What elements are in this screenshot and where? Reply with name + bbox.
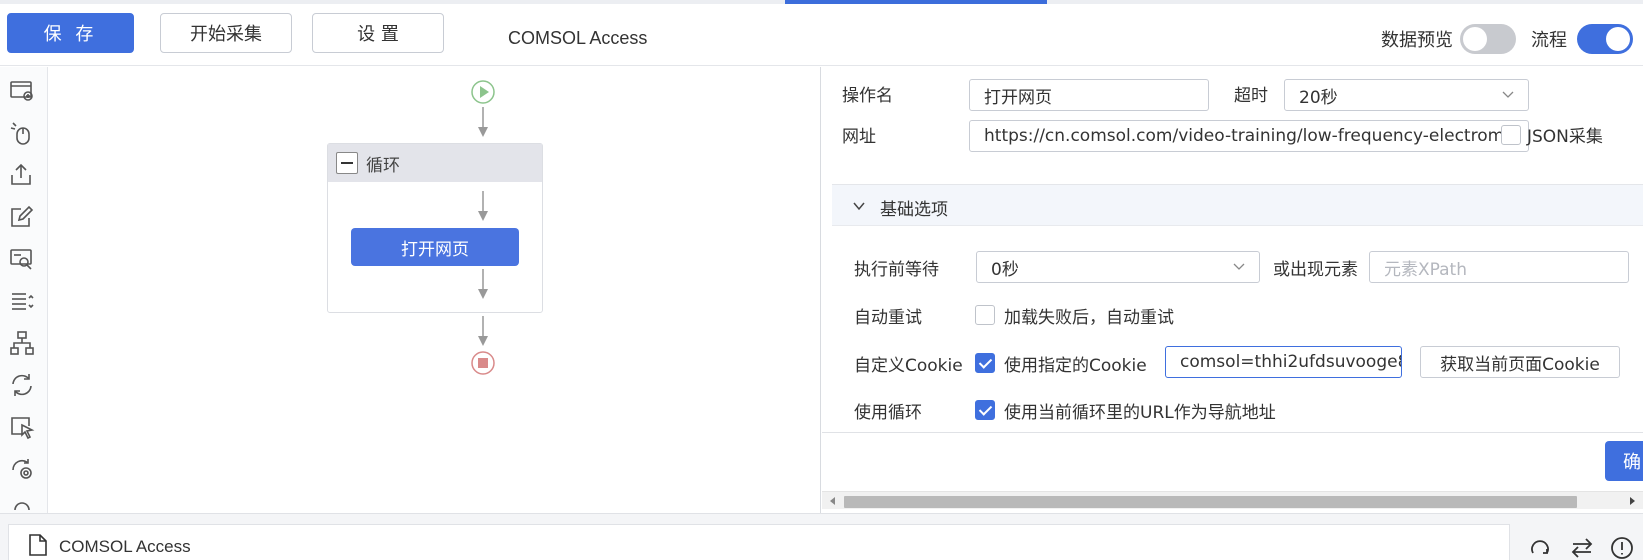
divider (822, 432, 1643, 433)
use-loop-text: 使用当前循环里的URL作为导航地址 (1004, 403, 1276, 423)
xpath-input[interactable]: 元素XPath (1369, 251, 1629, 283)
auto-retry-label: 自动重试 (854, 308, 922, 328)
flow-arrow (478, 107, 488, 137)
refresh-icon[interactable] (1528, 536, 1552, 560)
horizontal-scrollbar[interactable] (822, 491, 1643, 509)
cookie-input[interactable]: comsol=thhi2ufdsuvooge8b (1165, 346, 1402, 378)
start-node-icon[interactable] (470, 79, 496, 105)
flow-arrow (478, 191, 488, 221)
confirm-button[interactable]: 确 (1605, 441, 1643, 481)
section-title: 基础选项 (880, 200, 948, 220)
url-label: 网址 (842, 127, 876, 147)
basic-options-section: 基础选项 执行前等待 0秒 或出现元素 元素XPath 自动重试 加载失败后，自… (832, 184, 1643, 432)
get-cookie-label: 获取当前页面Cookie (1440, 354, 1600, 375)
flow-label: 流程 (1531, 30, 1567, 51)
scroll-icon[interactable] (8, 455, 36, 483)
document-icon (29, 534, 47, 556)
wait-value: 0秒 (991, 259, 1019, 280)
timeout-label: 超时 (1234, 86, 1268, 106)
xpath-placeholder: 元素XPath (1384, 259, 1467, 280)
cookie-label: 自定义Cookie (854, 356, 963, 376)
op-name-input[interactable]: 打开网页 (969, 79, 1209, 111)
click-element-icon[interactable] (8, 119, 36, 147)
flow-toggle[interactable] (1577, 24, 1633, 54)
save-button[interactable]: 保 存 (7, 13, 134, 53)
chevron-down-icon (1502, 91, 1514, 98)
scrollbar-thumb[interactable] (844, 496, 1577, 508)
use-loop-checkbox[interactable] (975, 400, 995, 420)
or-element-label: 或出现元素 (1273, 260, 1358, 280)
timeout-value: 20秒 (1299, 87, 1338, 108)
wait-label: 执行前等待 (854, 260, 939, 280)
document-tab-title: COMSOL Access (59, 537, 191, 556)
chevron-down-icon (853, 202, 865, 211)
loop-title: 循环 (366, 155, 400, 176)
extract-data-icon[interactable] (8, 245, 36, 273)
scroll-right-icon[interactable] (1627, 496, 1637, 506)
data-preview-label: 数据预览 (1381, 30, 1453, 51)
toolbar: 保 存 开始采集 设 置 COMSOL Access 数据预览 流程 (0, 4, 1643, 66)
document-tab[interactable]: COMSOL Access (8, 524, 1510, 560)
flow-arrow (478, 316, 488, 346)
toggle-knob (1463, 27, 1487, 51)
app-title: COMSOL Access (508, 28, 648, 48)
data-preview-toggle[interactable] (1460, 24, 1516, 54)
start-collect-button[interactable]: 开始采集 (160, 13, 292, 53)
flow-arrow (478, 269, 488, 299)
loop-header[interactable]: 循环 (328, 144, 542, 182)
end-node-icon[interactable] (470, 350, 496, 376)
cookie-value: comsol=thhi2ufdsuvooge8b (1180, 352, 1402, 372)
op-name-value: 打开网页 (984, 87, 1052, 108)
scroll-left-icon[interactable] (828, 496, 838, 506)
loop-icon[interactable] (8, 371, 36, 399)
get-cookie-button[interactable]: 获取当前页面Cookie (1420, 346, 1620, 378)
branch-icon[interactable] (8, 329, 36, 357)
flow-canvas[interactable]: 循环 打开网页 (49, 67, 821, 513)
cookie-checkbox[interactable] (975, 353, 995, 373)
url-value: https://cn.comsol.com/video-training/low… (984, 126, 1515, 146)
open-page-node[interactable]: 打开网页 (351, 228, 519, 266)
properties-panel: 操作名 打开网页 超时 20秒 网址 https://cn.comsol.com… (822, 67, 1643, 513)
export-icon[interactable] (8, 161, 36, 189)
auto-retry-checkbox[interactable] (975, 305, 995, 325)
wait-select[interactable]: 0秒 (976, 251, 1260, 283)
op-name-label: 操作名 (842, 86, 893, 106)
section-header[interactable]: 基础选项 (832, 185, 1643, 226)
open-page-icon[interactable] (8, 77, 36, 105)
swap-icon[interactable] (1570, 536, 1594, 560)
status-bar: COMSOL Access (0, 513, 1643, 560)
json-checkbox[interactable] (1501, 125, 1521, 145)
use-loop-label: 使用循环 (854, 403, 922, 423)
url-input[interactable]: https://cn.comsol.com/video-training/low… (969, 120, 1529, 152)
json-label: JSON采集 (1527, 127, 1603, 147)
tool-sidebar (0, 67, 48, 513)
auto-retry-text: 加载失败后，自动重试 (1004, 308, 1174, 328)
input-text-icon[interactable] (8, 203, 36, 231)
timeout-select[interactable]: 20秒 (1284, 79, 1529, 111)
chevron-down-icon (1233, 263, 1245, 270)
collapse-button[interactable] (336, 152, 358, 174)
list-icon[interactable] (8, 287, 36, 315)
more-tools-icon[interactable] (8, 495, 36, 513)
info-icon[interactable] (1610, 536, 1634, 560)
settings-button[interactable]: 设 置 (312, 13, 444, 53)
cookie-text: 使用指定的Cookie (1004, 356, 1147, 376)
select-element-icon[interactable] (8, 413, 36, 441)
toggle-knob (1606, 27, 1630, 51)
